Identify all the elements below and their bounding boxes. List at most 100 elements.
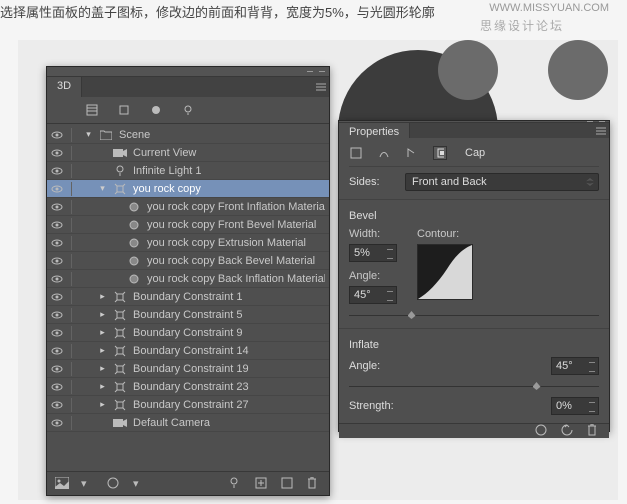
footer-light-icon[interactable] xyxy=(229,477,243,491)
expander-icon[interactable]: ▸ xyxy=(98,399,107,410)
width-label: Width: xyxy=(349,228,397,240)
panel-3d-footer: ▾ ▾ xyxy=(47,471,329,495)
tree-row[interactable]: you rock copy Extrusion Material xyxy=(47,234,329,252)
watermark-url: WWW.MISSYUAN.COM xyxy=(489,2,609,14)
panel-menu-icon[interactable] xyxy=(593,123,609,138)
panel-properties-footer xyxy=(339,423,609,438)
expander-icon[interactable]: ▸ xyxy=(98,363,107,374)
tree-item-label: Boundary Constraint 14 xyxy=(133,345,325,357)
visibility-eye-icon[interactable] xyxy=(51,131,65,139)
tree-row[interactable]: ▸Boundary Constraint 23 xyxy=(47,378,329,396)
footer-down-icon[interactable]: ▾ xyxy=(81,477,95,491)
footer-down2-icon[interactable]: ▾ xyxy=(133,477,147,491)
visibility-eye-icon[interactable] xyxy=(51,419,65,427)
visibility-eye-icon[interactable] xyxy=(51,185,65,193)
tree-row[interactable]: ▾ Scene xyxy=(47,126,329,144)
tree-row[interactable]: ▸ Boundary Constraint 19 xyxy=(47,360,329,378)
tree-row[interactable]: ▸Boundary Constraint 5 xyxy=(47,306,329,324)
cap-tab-icon[interactable] xyxy=(433,146,447,160)
footer-trash-icon[interactable] xyxy=(307,477,321,491)
footer-trash-icon[interactable] xyxy=(587,424,601,438)
bevel-angle-slider[interactable] xyxy=(349,310,599,320)
tree-row[interactable]: Infinite Light 1 xyxy=(47,162,329,180)
tab-3d[interactable]: 3D xyxy=(47,77,82,97)
tree-item-label: Current View xyxy=(133,147,325,159)
footer-reset-icon[interactable] xyxy=(561,424,575,438)
expander-icon[interactable]: ▾ xyxy=(84,129,93,140)
bevel-angle-value: 45° xyxy=(354,289,371,301)
visibility-eye-icon[interactable] xyxy=(51,149,65,157)
visibility-eye-icon[interactable] xyxy=(51,167,65,175)
mesh-icon xyxy=(113,327,127,339)
visibility-eye-icon[interactable] xyxy=(51,203,65,211)
expander-icon[interactable]: ▸ xyxy=(98,327,107,338)
tree-row[interactable]: Default Camera xyxy=(47,414,329,432)
visibility-eye-icon[interactable] xyxy=(51,311,65,319)
tree-row[interactable]: you rock copy Back Bevel Material xyxy=(47,252,329,270)
tree-row[interactable]: you rock copy Front Bevel Material xyxy=(47,216,329,234)
tree-row[interactable]: you rock copy Back Inflation Material xyxy=(47,270,329,288)
mesh-icon xyxy=(113,399,127,411)
strength-input[interactable]: 0% xyxy=(551,397,599,415)
visibility-eye-icon[interactable] xyxy=(51,365,65,373)
visibility-eye-icon[interactable] xyxy=(51,329,65,337)
mat-icon xyxy=(127,255,141,267)
visibility-eye-icon[interactable] xyxy=(51,275,65,283)
mesh-tab-icon[interactable] xyxy=(349,146,363,160)
camera-icon xyxy=(113,147,127,159)
tree-row[interactable]: ▸ Boundary Constraint 27 xyxy=(47,396,329,414)
tree-item-label: you rock copy Back Inflation Material xyxy=(147,273,325,285)
footer-render-icon[interactable] xyxy=(107,477,121,491)
footer-render-icon[interactable] xyxy=(535,424,549,438)
tree-item-label: Boundary Constraint 27 xyxy=(133,399,325,411)
contour-label: Contour: xyxy=(417,228,473,240)
tree-item-label: Boundary Constraint 1 xyxy=(133,291,325,303)
filter-light-icon[interactable] xyxy=(181,103,195,117)
panel-menu-icon[interactable] xyxy=(313,77,329,97)
inflate-angle-slider[interactable] xyxy=(349,381,599,391)
contour-picker[interactable] xyxy=(417,244,473,300)
tree-row[interactable]: you rock copy Front Inflation Material xyxy=(47,198,329,216)
footer-add-icon[interactable] xyxy=(255,477,269,491)
mat-icon xyxy=(127,219,141,231)
mesh-icon xyxy=(113,183,127,195)
filter-scene-icon[interactable] xyxy=(85,103,99,117)
sides-select[interactable]: Front and Back xyxy=(405,173,599,191)
visibility-eye-icon[interactable] xyxy=(51,293,65,301)
visibility-eye-icon[interactable] xyxy=(51,401,65,409)
panel-tab-row: 3D xyxy=(47,77,329,97)
width-input[interactable]: 5% xyxy=(349,244,397,262)
visibility-eye-icon[interactable] xyxy=(51,383,65,391)
tab-properties[interactable]: Properties xyxy=(339,123,410,138)
tree-item-label: Boundary Constraint 19 xyxy=(133,363,325,375)
expander-icon[interactable]: ▸ xyxy=(98,381,107,392)
inflate-angle-input[interactable]: 45° xyxy=(551,357,599,375)
filter-material-icon[interactable] xyxy=(149,103,163,117)
visibility-eye-icon[interactable] xyxy=(51,221,65,229)
tree-row[interactable]: Current View xyxy=(47,144,329,162)
expander-icon[interactable]: ▸ xyxy=(98,309,107,320)
footer-new-icon[interactable] xyxy=(281,477,295,491)
mat-icon xyxy=(127,237,141,249)
bevel-angle-input[interactable]: 45° xyxy=(349,286,397,304)
inflate-angle-label: Angle: xyxy=(349,360,399,372)
panel-drag-bar[interactable] xyxy=(47,67,329,77)
visibility-eye-icon[interactable] xyxy=(51,257,65,265)
expander-icon[interactable]: ▾ xyxy=(98,183,107,194)
tree-row[interactable]: ▾you rock copy xyxy=(47,180,329,198)
expander-icon[interactable]: ▸ xyxy=(98,291,107,302)
tree-row[interactable]: ▸ Boundary Constraint 1 xyxy=(47,288,329,306)
expander-icon[interactable]: ▸ xyxy=(98,345,107,356)
tree-row[interactable]: ▸Boundary Constraint 9 xyxy=(47,324,329,342)
tree-item-label: Scene xyxy=(119,129,325,141)
tree-row[interactable]: ▸ Boundary Constraint 14 xyxy=(47,342,329,360)
width-value: 5% xyxy=(354,247,370,259)
deform-tab-icon[interactable] xyxy=(377,146,391,160)
visibility-eye-icon[interactable] xyxy=(51,347,65,355)
visibility-eye-icon[interactable] xyxy=(51,239,65,247)
tree-item-label: you rock copy Front Inflation Material xyxy=(147,201,325,213)
coords-tab-icon[interactable] xyxy=(405,146,419,160)
footer-image-icon[interactable] xyxy=(55,477,69,491)
tree-item-label: Infinite Light 1 xyxy=(133,165,325,177)
filter-mesh-icon[interactable] xyxy=(117,103,131,117)
